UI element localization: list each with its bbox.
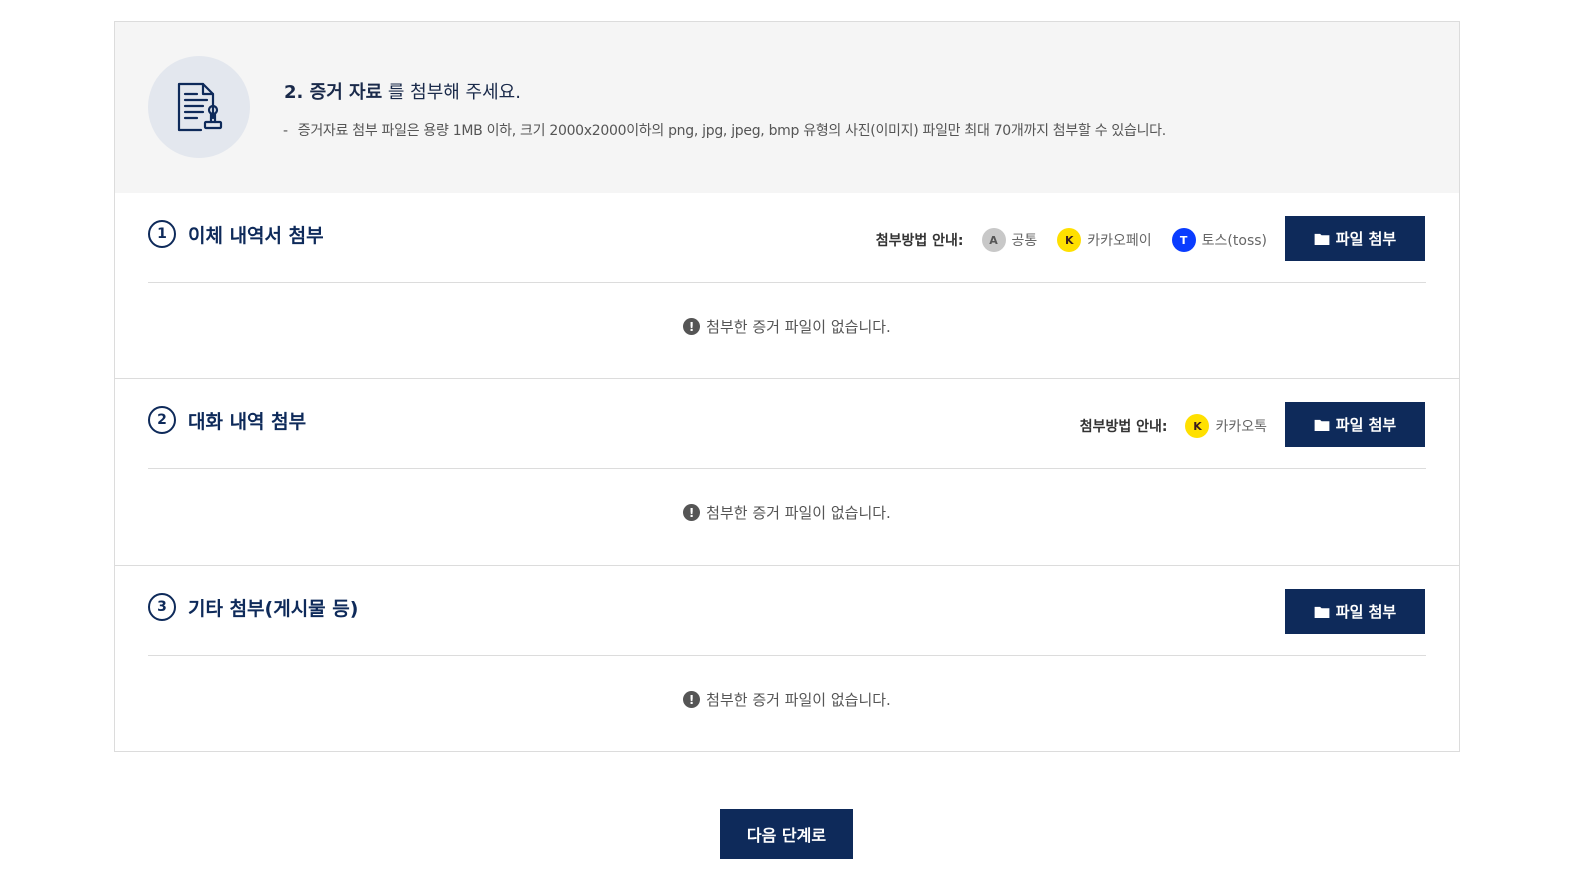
guide-item-label: 카카오페이 — [1087, 233, 1152, 249]
guide-item-label: 토스(toss) — [1201, 233, 1267, 249]
title-bold: 2. 증거 자료 — [284, 82, 383, 103]
empty-message-text: 첨부한 증거 파일이 없습니다. — [706, 691, 891, 709]
empty-message: ! 첨부한 증거 파일이 없습니다. — [115, 689, 1459, 710]
attach-file-button[interactable]: 파일 첨부 — [1285, 402, 1425, 447]
section-divider — [148, 655, 1426, 656]
attach-file-label: 파일 첨부 — [1335, 603, 1397, 621]
guide-label: 첨부방법 안내: — [875, 233, 964, 249]
exclamation-icon: ! — [683, 318, 701, 335]
title-rest: 를 첨부해 주세요. — [382, 82, 521, 103]
guide-toss[interactable]: T 토스(toss) — [1171, 228, 1267, 252]
section-title-text: 기타 첨부(게시물 등) — [188, 597, 359, 620]
attach-file-label: 파일 첨부 — [1335, 416, 1397, 434]
section-title-text: 이체 내역서 첨부 — [188, 224, 324, 247]
evidence-panel: 2. 증거 자료 를 첨부해 주세요. - 증거자료 첨부 파일은 용량 1MB … — [114, 21, 1460, 752]
page-title: 2. 증거 자료 를 첨부해 주세요. — [284, 78, 521, 104]
section-transfer-statement: 1 이체 내역서 첨부 첨부방법 안내: A 공통 K 카카오페이 T 토스(t… — [115, 193, 1459, 379]
evidence-header: 2. 증거 자료 를 첨부해 주세요. - 증거자료 첨부 파일은 용량 1MB … — [115, 22, 1459, 193]
folder-icon — [1314, 233, 1330, 245]
toss-t-icon: T — [1171, 228, 1196, 252]
empty-message: ! 첨부한 증거 파일이 없습니다. — [115, 502, 1459, 523]
exclamation-icon: ! — [683, 691, 701, 708]
section-title-text: 대화 내역 첨부 — [188, 410, 307, 433]
attach-guide: 첨부방법 안내: A 공통 K 카카오페이 T 토스(toss) — [876, 228, 1267, 252]
section-chat-history: 2 대화 내역 첨부 첨부방법 안내: K 카카오톡 파일 첨부 ! 첨부한 증… — [115, 379, 1459, 566]
exclamation-icon: ! — [683, 504, 701, 521]
section-other: 3 기타 첨부(게시물 등) 파일 첨부 ! 첨부한 증거 파일이 없습니다. — [115, 566, 1459, 751]
kakao-k-icon: K — [1185, 414, 1210, 438]
attach-file-label: 파일 첨부 — [1335, 230, 1397, 248]
attach-guide: 첨부방법 안내: K 카카오톡 — [1080, 414, 1267, 438]
section-title: 3 기타 첨부(게시물 등) — [148, 593, 358, 621]
guide-kakaotalk[interactable]: K 카카오톡 — [1185, 414, 1267, 438]
kakao-k-icon: K — [1057, 228, 1082, 252]
section-number: 1 — [148, 220, 176, 248]
guide-item-label: 공통 — [1011, 233, 1038, 249]
section-title: 2 대화 내역 첨부 — [148, 406, 306, 434]
header-description: - 증거자료 첨부 파일은 용량 1MB 이하, 크기 2000x2000이하의 … — [283, 120, 1166, 140]
empty-message: ! 첨부한 증거 파일이 없습니다. — [115, 316, 1459, 337]
section-number: 2 — [148, 406, 176, 434]
guide-label: 첨부방법 안내: — [1079, 419, 1168, 435]
folder-icon — [1314, 606, 1330, 618]
desc-dash: - — [283, 123, 288, 139]
document-stamp-icon — [148, 56, 250, 158]
section-divider — [148, 282, 1426, 283]
next-step-button[interactable]: 다음 단계로 — [720, 809, 853, 859]
common-a-icon: A — [981, 228, 1006, 252]
section-divider — [148, 468, 1426, 469]
attach-file-button[interactable]: 파일 첨부 — [1285, 589, 1425, 634]
empty-message-text: 첨부한 증거 파일이 없습니다. — [706, 318, 891, 336]
section-title: 1 이체 내역서 첨부 — [148, 220, 324, 248]
guide-item-label: 카카오톡 — [1215, 419, 1267, 435]
attach-file-button[interactable]: 파일 첨부 — [1285, 216, 1425, 261]
desc-text: 증거자료 첨부 파일은 용량 1MB 이하, 크기 2000x2000이하의 p… — [297, 123, 1166, 139]
folder-icon — [1314, 419, 1330, 431]
empty-message-text: 첨부한 증거 파일이 없습니다. — [706, 504, 891, 522]
guide-kakaopay[interactable]: K 카카오페이 — [1057, 228, 1152, 252]
section-number: 3 — [148, 593, 176, 621]
guide-common[interactable]: A 공통 — [981, 228, 1038, 252]
